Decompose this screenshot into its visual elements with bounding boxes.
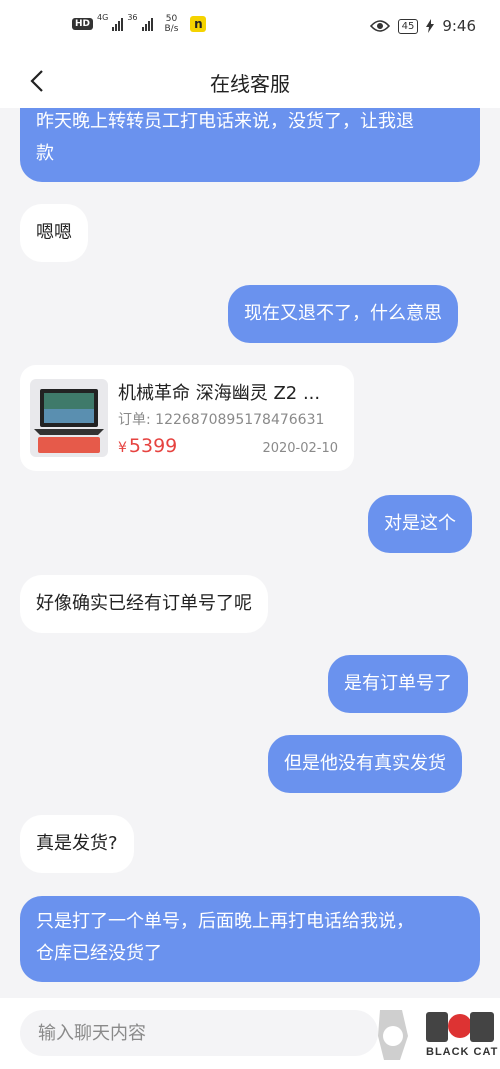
input-bar: BLACK CAT <box>0 998 500 1069</box>
status-bar: HD 4G 36 50 B/s n 45 9:46 <box>0 0 500 58</box>
order-number: 订单: 1226870895178476631 <box>118 412 325 428</box>
currency-symbol: ¥ <box>118 440 127 456</box>
message-text: 嗯嗯 <box>36 222 72 243</box>
status-left: HD 4G 36 50 B/s n <box>72 13 207 34</box>
app-notification-icon: n <box>190 16 207 32</box>
eye-icon <box>369 20 390 32</box>
watermark-label: BLACK CAT <box>426 1046 499 1058</box>
order-card[interactable]: 机械革命 深海幽灵 Z2 ... 订单: 1226870895178476631… <box>20 365 354 471</box>
battery-icon: 45 <box>397 18 419 34</box>
message-text: 是有订单号了 <box>344 673 452 694</box>
chat-bubble-outgoing[interactable]: 现在又退不了，什么意思 <box>228 285 458 343</box>
chat-bubble-outgoing[interactable]: 是有订单号了 <box>328 655 468 713</box>
charging-icon <box>426 19 435 33</box>
chat-bubble-outgoing[interactable]: 但是他没有真实发货 <box>268 735 462 793</box>
message-text: 只是打了一个单号，后面晚上再打电话给我说， <box>36 911 414 932</box>
network-speed: 50 B/s <box>165 14 179 34</box>
chat-bubble-outgoing[interactable]: 只是打了一个单号，后面晚上再打电话给我说， 仓库已经没货了 <box>20 896 480 982</box>
message-text: 款 <box>36 143 54 164</box>
status-right: 45 9:46 <box>369 17 476 35</box>
chat-bubble-incoming[interactable]: 好像确实已经有订单号了呢 <box>20 575 268 633</box>
signal-icon-2 <box>141 17 153 31</box>
order-date: 2020-02-10 <box>262 441 338 456</box>
message-text: 对是这个 <box>384 513 456 534</box>
signal-icon <box>112 17 124 31</box>
chat-bubble-incoming[interactable]: 嗯嗯 <box>20 204 88 262</box>
network-4g-label: 4G <box>97 13 109 22</box>
product-image <box>30 379 108 457</box>
product-price: ¥5399 <box>118 435 177 457</box>
product-title: 机械革命 深海幽灵 Z2 ... <box>118 383 321 404</box>
message-text: 昨天晚上转转员工打电话来说，没货了，让我退 <box>36 111 414 132</box>
header: 在线客服 <box>0 58 500 108</box>
speed-value: 50 <box>165 14 178 24</box>
page-title: 在线客服 <box>210 72 290 96</box>
network-3g-label: 36 <box>127 13 138 22</box>
message-text: 但是他没有真实发货 <box>284 753 446 774</box>
message-text: 现在又退不了，什么意思 <box>244 303 442 324</box>
message-text: 好像确实已经有订单号了呢 <box>36 593 252 614</box>
chat-input[interactable] <box>20 1010 378 1056</box>
chat-bubble-outgoing[interactable]: 对是这个 <box>368 495 472 553</box>
message-text: 仓库已经没货了 <box>36 943 162 964</box>
hd-icon: HD <box>72 18 94 30</box>
clock: 9:46 <box>442 17 476 35</box>
chat-bubble-outgoing[interactable]: 昨天晚上转转员工打电话来说，没货了，让我退 款 <box>20 108 480 182</box>
speed-unit: B/s <box>164 24 179 34</box>
chat-bubble-incoming[interactable]: 真是发货? <box>20 815 134 873</box>
chat-list[interactable]: 昨天晚上转转员工打电话来说，没货了，让我退 款 嗯嗯 现在又退不了，什么意思 机… <box>0 108 500 998</box>
price-value: 5399 <box>128 435 178 457</box>
message-text: 真是发货? <box>36 833 118 854</box>
